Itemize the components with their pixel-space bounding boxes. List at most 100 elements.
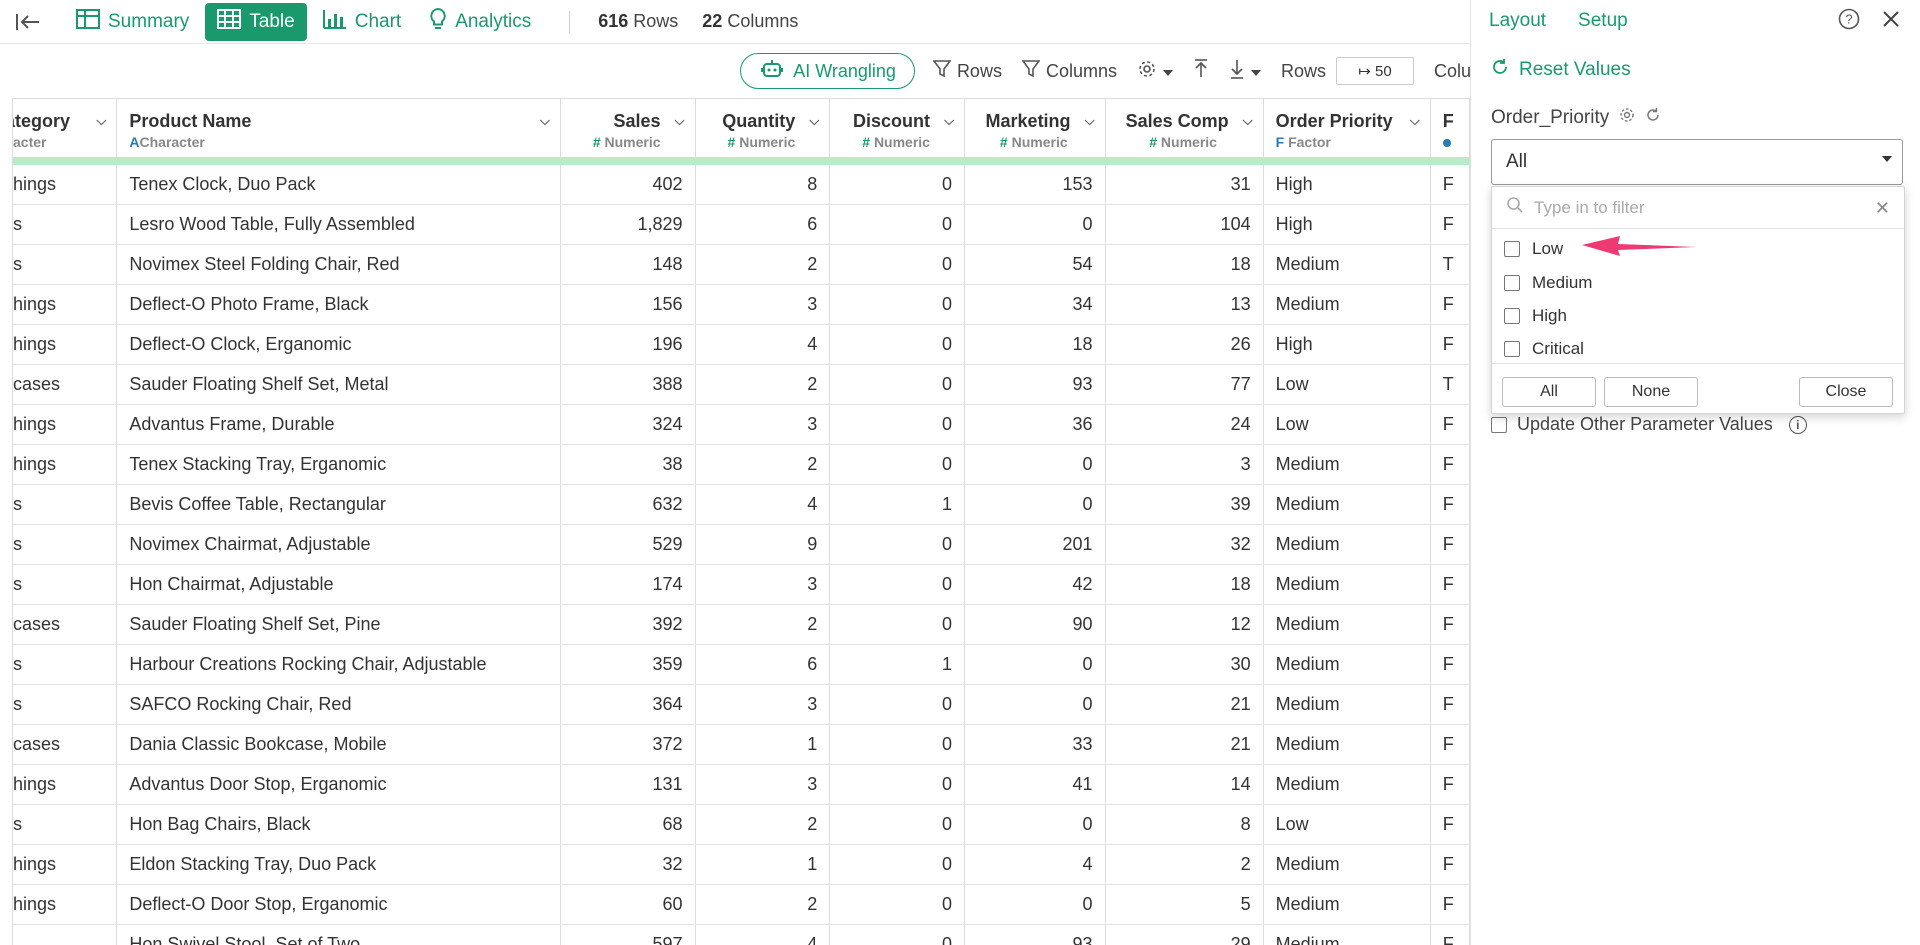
table-cell[interactable]: 0 bbox=[829, 324, 965, 365]
table-cell[interactable]: 39 bbox=[1105, 484, 1264, 525]
table-cell[interactable]: 3 bbox=[695, 404, 831, 445]
table-cell[interactable]: 90 bbox=[964, 604, 1106, 645]
column-header-quantity[interactable]: Quantity # Numeric ⌵ bbox=[695, 98, 831, 157]
table-cell[interactable]: 3 bbox=[695, 764, 831, 805]
table-cell[interactable]: 60 bbox=[560, 884, 696, 925]
table-cell[interactable]: F bbox=[1430, 564, 1470, 605]
close-icon[interactable] bbox=[1882, 10, 1900, 33]
table-cell[interactable]: 6 bbox=[695, 204, 831, 245]
column-header-sales-comp[interactable]: Sales Comp # Numeric ⌵ bbox=[1105, 98, 1264, 157]
table-cell[interactable]: T bbox=[1430, 364, 1470, 405]
table-cell[interactable]: F bbox=[1430, 204, 1470, 245]
select-all-button[interactable]: All bbox=[1502, 377, 1596, 407]
table-cell[interactable]: Lesro Wood Table, Fully Assembled bbox=[116, 204, 561, 245]
table-cell[interactable]: 41 bbox=[964, 764, 1106, 805]
table-cell[interactable]: Novimex Chairmat, Adjustable bbox=[116, 524, 561, 565]
table-cell[interactable]: s bbox=[13, 804, 118, 845]
table-cell[interactable]: Medium bbox=[1263, 244, 1431, 285]
column-header-truncated[interactable]: F bbox=[1430, 98, 1470, 157]
table-cell[interactable]: cases bbox=[13, 724, 118, 765]
table-cell[interactable]: 0 bbox=[829, 684, 965, 725]
table-cell[interactable]: Deflect-O Photo Frame, Black bbox=[116, 284, 561, 325]
table-cell[interactable]: 364 bbox=[560, 684, 696, 725]
table-cell[interactable]: 30 bbox=[1105, 644, 1264, 685]
table-cell[interactable]: Deflect-O Door Stop, Erganomic bbox=[116, 884, 561, 925]
chevron-down-icon[interactable]: ⌵ bbox=[540, 113, 550, 129]
table-cell[interactable]: Medium bbox=[1263, 684, 1431, 725]
column-header-order-priority[interactable]: Order Priority F Factor ⌵ bbox=[1263, 98, 1431, 157]
table-cell[interactable]: 18 bbox=[964, 324, 1106, 365]
table-cell[interactable]: 529 bbox=[560, 524, 696, 565]
column-header-discount[interactable]: Discount # Numeric ⌵ bbox=[829, 98, 965, 157]
table-cell[interactable]: 8 bbox=[1105, 804, 1264, 845]
rows-per-page-input[interactable]: ↦ 50 bbox=[1336, 57, 1414, 85]
table-cell[interactable]: 1 bbox=[695, 844, 831, 885]
table-cell[interactable]: F bbox=[1430, 324, 1470, 365]
upload-button[interactable] bbox=[1193, 58, 1209, 84]
ai-wrangling-button[interactable]: AI Wrangling bbox=[740, 53, 915, 89]
table-cell[interactable]: Low bbox=[1263, 804, 1431, 845]
table-cell[interactable]: s bbox=[13, 204, 118, 245]
order-priority-select[interactable]: All bbox=[1491, 139, 1903, 185]
reset-values-button[interactable]: Reset Values bbox=[1491, 58, 1631, 82]
option-low[interactable]: Low bbox=[1504, 239, 1563, 259]
table-cell[interactable]: s bbox=[13, 644, 118, 685]
table-cell[interactable]: Novimex Steel Folding Chair, Red bbox=[116, 244, 561, 285]
table-cell[interactable]: Tenex Clock, Duo Pack bbox=[116, 164, 561, 205]
table-cell[interactable]: 5 bbox=[1105, 884, 1264, 925]
table-cell[interactable]: 31 bbox=[1105, 164, 1264, 205]
table-cell[interactable]: 0 bbox=[829, 804, 965, 845]
table-cell[interactable]: 1,829 bbox=[560, 204, 696, 245]
table-cell[interactable]: F bbox=[1430, 844, 1470, 885]
table-cell[interactable]: Sauder Floating Shelf Set, Metal bbox=[116, 364, 561, 405]
columns-filter-button[interactable]: Columns bbox=[1021, 59, 1117, 83]
option-checkbox[interactable] bbox=[1504, 341, 1520, 357]
table-cell[interactable]: Hon Swivel Stool, Set of Two bbox=[116, 924, 561, 945]
table-cell[interactable]: 156 bbox=[560, 284, 696, 325]
table-cell[interactable]: 0 bbox=[829, 564, 965, 605]
chevron-down-icon[interactable]: ⌵ bbox=[944, 113, 954, 129]
table-cell[interactable]: F bbox=[1430, 284, 1470, 325]
table-cell[interactable]: 4 bbox=[695, 484, 831, 525]
table-cell[interactable]: 359 bbox=[560, 644, 696, 685]
table-cell[interactable]: High bbox=[1263, 204, 1431, 245]
table-cell[interactable]: 174 bbox=[560, 564, 696, 605]
chevron-down-icon[interactable]: ⌵ bbox=[809, 113, 819, 129]
table-cell[interactable]: 2 bbox=[695, 364, 831, 405]
tab-analytics[interactable]: Analytics bbox=[417, 3, 543, 41]
option-checkbox[interactable] bbox=[1504, 241, 1520, 257]
table-cell[interactable]: Eldon Stacking Tray, Duo Pack bbox=[116, 844, 561, 885]
table-cell[interactable]: Low bbox=[1263, 404, 1431, 445]
table-cell[interactable]: Medium bbox=[1263, 724, 1431, 765]
table-cell[interactable]: 0 bbox=[829, 724, 965, 765]
table-cell[interactable]: 3 bbox=[695, 284, 831, 325]
table-cell[interactable]: 153 bbox=[964, 164, 1106, 205]
table-cell[interactable]: 632 bbox=[560, 484, 696, 525]
table-cell[interactable]: Advantus Door Stop, Erganomic bbox=[116, 764, 561, 805]
table-cell[interactable]: 0 bbox=[829, 444, 965, 485]
help-icon[interactable]: ? bbox=[1838, 8, 1860, 35]
table-cell[interactable]: Sauder Floating Shelf Set, Pine bbox=[116, 604, 561, 645]
table-cell[interactable]: 32 bbox=[1105, 524, 1264, 565]
table-cell[interactable]: T bbox=[1430, 244, 1470, 285]
table-cell[interactable]: 18 bbox=[1105, 564, 1264, 605]
table-cell[interactable]: Dania Classic Bookcase, Mobile bbox=[116, 724, 561, 765]
table-cell[interactable]: 13 bbox=[1105, 284, 1264, 325]
table-cell[interactable]: 14 bbox=[1105, 764, 1264, 805]
clear-filter-icon[interactable]: ✕ bbox=[1875, 198, 1890, 219]
table-cell[interactable]: Medium bbox=[1263, 564, 1431, 605]
table-cell[interactable]: 104 bbox=[1105, 204, 1264, 245]
table-cell[interactable]: 402 bbox=[560, 164, 696, 205]
table-cell[interactable]: 0 bbox=[829, 764, 965, 805]
table-cell[interactable]: 77 bbox=[1105, 364, 1264, 405]
table-cell[interactable]: 0 bbox=[964, 804, 1106, 845]
table-cell[interactable]: s bbox=[13, 684, 118, 725]
table-cell[interactable]: 34 bbox=[964, 284, 1106, 325]
table-cell[interactable]: 93 bbox=[964, 924, 1106, 945]
table-cell[interactable]: F bbox=[1430, 884, 1470, 925]
option-checkbox[interactable] bbox=[1504, 308, 1520, 324]
table-cell[interactable]: 12 bbox=[1105, 604, 1264, 645]
table-cell[interactable]: cases bbox=[13, 364, 118, 405]
chevron-down-icon[interactable]: ⌵ bbox=[1085, 113, 1095, 129]
table-cell[interactable]: F bbox=[1430, 524, 1470, 565]
